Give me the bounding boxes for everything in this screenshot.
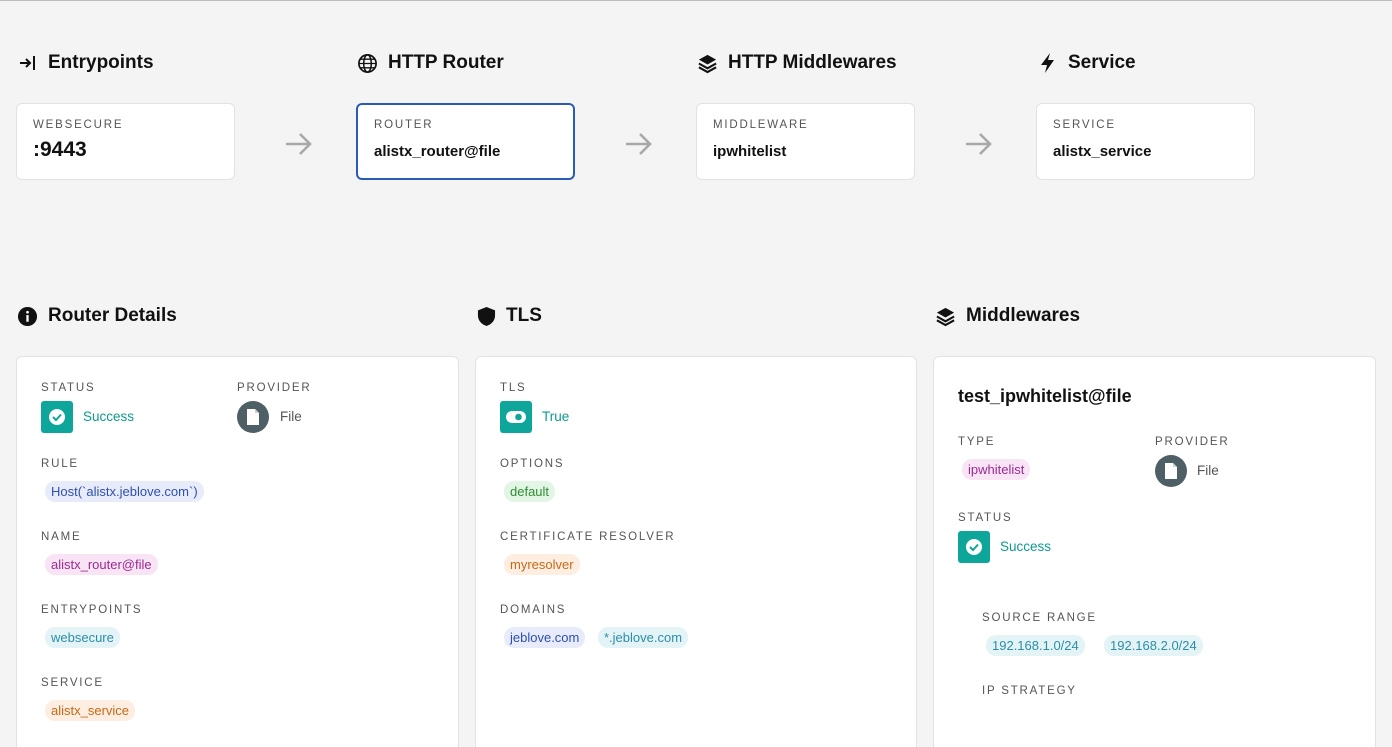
arrow-right-icon [626,133,652,155]
ip-strategy-label: IP STRATEGY [982,685,1077,697]
file-icon [1155,455,1187,487]
status-value: Success [1000,539,1052,554]
entrypoint-card-value: :9443 [33,138,87,161]
rule-label: RULE [41,458,79,470]
provider-value: File [1197,463,1219,478]
middleware-card[interactable]: MIDDLEWARE ipwhitelist [696,103,915,180]
middlewares-panel: test_ipwhitelist@file TYPE ipwhitelist P… [933,356,1376,747]
info-icon [17,306,38,326]
service-card[interactable]: SERVICE alistx_service [1036,103,1255,180]
middleware-card-value: ipwhitelist [713,143,787,160]
arrow-right-icon [966,133,992,155]
middleware-title[interactable]: test_ipwhitelist@file [958,386,1132,407]
middlewares-heading: Middlewares [935,303,1080,329]
options-label: OPTIONS [500,458,565,470]
provider-value: File [280,409,302,424]
service-card-label: SERVICE [1053,119,1116,131]
type-label: TYPE [958,436,996,448]
middleware-card-label: MIDDLEWARE [713,119,809,131]
login-arrow-icon [20,56,35,70]
middlewares-heading-text: Middlewares [966,305,1081,326]
service-card-value: alistx_service [1053,143,1152,160]
domain-chip: *.jeblove.com [598,627,689,648]
tls-heading-text: TLS [506,305,542,326]
certificate-resolver-chip: myresolver [504,554,580,575]
globe-icon [358,53,377,73]
name-label: NAME [41,531,82,543]
entrypoints-chip: websecure [45,627,120,648]
provider-label: PROVIDER [1155,436,1230,448]
type-chip: ipwhitelist [962,459,1031,480]
status-value: Success [83,409,135,424]
router-details-heading-text: Router Details [48,305,177,326]
service-label: SERVICE [41,677,104,689]
http-router-heading-text: HTTP Router [388,52,504,73]
source-range-chip: 192.168.1.0/24 [986,635,1085,656]
domain-chip: jeblove.com [504,627,586,648]
name-chip: alistx_router@file [45,554,158,575]
entrypoints-heading-text: Entrypoints [48,52,154,73]
http-router-heading: HTTP Router [357,50,504,76]
http-middlewares-heading-text: HTTP Middlewares [728,52,897,73]
tls-value: True [542,409,570,424]
service-heading: Service [1038,50,1136,76]
entrypoints-heading: Entrypoints [18,50,154,76]
status-label: STATUS [41,382,96,394]
toggle-on-icon [500,401,532,433]
router-card[interactable]: ROUTER alistx_router@file [356,103,575,180]
router-card-value: alistx_router@file [374,143,501,160]
entrypoint-card[interactable]: WEBSECURE :9443 [16,103,235,180]
arrow-right-icon [286,133,312,155]
source-range-chip: 192.168.2.0/24 [1104,635,1203,656]
status-success-icon [958,531,990,563]
shield-icon [477,306,496,326]
tls-heading: TLS [477,303,542,329]
rule-chip: Host(`alistx.jeblove.com`) [45,481,204,502]
status-success-icon [41,401,73,433]
provider-label: PROVIDER [237,382,312,394]
file-icon [237,401,269,433]
layers-icon [936,307,955,326]
certificate-resolver-label: CERTIFICATE RESOLVER [500,531,676,543]
entrypoint-card-label: WEBSECURE [33,119,124,131]
router-details-heading: Router Details [17,303,177,329]
lightning-icon [1041,53,1054,73]
router-card-label: ROUTER [374,119,434,131]
router-details-panel: STATUS Success PROVIDER File RULE Host(`… [16,356,459,747]
domains-label: DOMAINS [500,604,567,616]
http-middlewares-heading: HTTP Middlewares [697,50,897,76]
entrypoints-label: ENTRYPOINTS [41,604,143,616]
status-label: STATUS [958,512,1013,524]
service-chip: alistx_service [45,700,136,721]
service-heading-text: Service [1068,52,1136,73]
source-range-label: SOURCE RANGE [982,612,1097,624]
tls-label: TLS [500,382,527,394]
tls-panel: TLS True OPTIONS default CERTIFICATE RES… [475,356,917,747]
layers-icon [698,54,717,73]
options-chip: default [504,481,556,502]
